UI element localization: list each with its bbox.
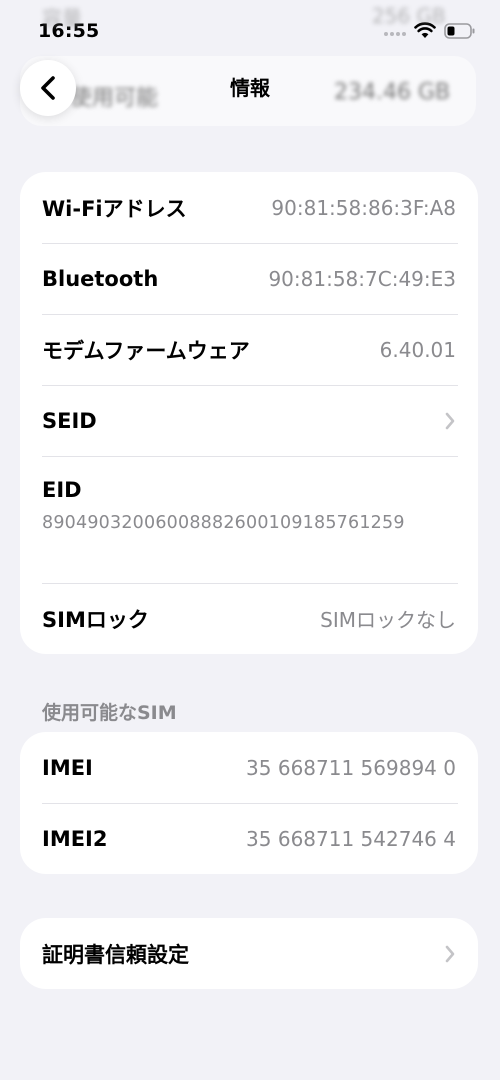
battery-icon xyxy=(444,23,475,39)
eid-label: EID xyxy=(42,478,82,502)
imei-row: IMEI 35 668711 569894 0 xyxy=(20,732,478,803)
signal-dots-icon xyxy=(384,32,406,37)
imei2-value: 35 668711 542746 4 xyxy=(246,826,456,851)
sim-card: IMEI 35 668711 569894 0 IMEI2 35 668711 … xyxy=(20,732,478,874)
certificate-trust-label: 証明書信頼設定 xyxy=(42,942,189,967)
available-sim-header: 使用可能なSIM xyxy=(42,702,177,724)
sim-lock-label: SIMロック xyxy=(42,607,149,632)
sim-lock-value: SIMロックなし xyxy=(320,608,456,632)
background-capacity-label: 容量 xyxy=(42,6,82,30)
chevron-right-icon xyxy=(444,411,456,431)
bluetooth-row: Bluetooth 90:81:58:7C:49:E3 xyxy=(20,243,478,314)
chevron-right-icon xyxy=(444,944,456,964)
seid-row[interactable]: SEID xyxy=(20,385,478,456)
imei2-label: IMEI2 xyxy=(42,826,108,851)
eid-value: 89049032006008882600109185761259 xyxy=(42,513,405,533)
sim-lock-row: SIMロック SIMロックなし xyxy=(20,583,478,654)
certificate-card: 証明書信頼設定 xyxy=(20,918,478,989)
modem-firmware-row: モデムファームウェア 6.40.01 xyxy=(20,314,478,385)
page-title: 情報 xyxy=(230,76,270,100)
modem-firmware-value: 6.40.01 xyxy=(379,337,456,362)
wifi-address-row: Wi-Fiアドレス 90:81:58:86:3F:A8 xyxy=(20,172,478,243)
bluetooth-label: Bluetooth xyxy=(42,266,159,291)
info-card: Wi-Fiアドレス 90:81:58:86:3F:A8 Bluetooth 90… xyxy=(20,172,478,654)
imei-label: IMEI xyxy=(42,755,93,780)
eid-row: EID 89049032006008882600109185761259 xyxy=(20,456,478,583)
wifi-address-value: 90:81:58:86:3F:A8 xyxy=(271,195,456,220)
bluetooth-value: 90:81:58:7C:49:E3 xyxy=(268,266,456,291)
certificate-trust-row[interactable]: 証明書信頼設定 xyxy=(20,918,478,989)
imei-value: 35 668711 569894 0 xyxy=(246,755,456,780)
modem-firmware-label: モデムファームウェア xyxy=(42,338,250,363)
background-capacity-value: 256 GB xyxy=(372,4,446,28)
wifi-address-label: Wi-Fiアドレス xyxy=(42,196,187,221)
imei2-row: IMEI2 35 668711 542746 4 xyxy=(20,803,478,874)
seid-label: SEID xyxy=(42,408,97,433)
